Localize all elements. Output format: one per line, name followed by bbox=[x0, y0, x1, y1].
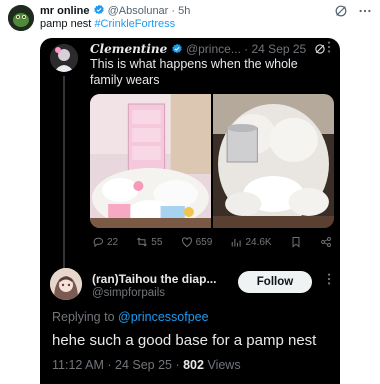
reply-handle[interactable]: @simpforpails bbox=[92, 287, 165, 299]
reply-author-name[interactable]: (ran)Taihou the diap... bbox=[92, 272, 216, 286]
quoted-thread-panel: Clementine @prince... · 24 Sep 25 This i… bbox=[40, 38, 340, 384]
outer-tweet-text: pamp nest #CrinkleFortress bbox=[40, 17, 175, 31]
reply-views-count: 802 bbox=[183, 358, 204, 372]
separator-dot: · bbox=[171, 5, 176, 17]
quoted-date[interactable]: · 24 Sep 25 bbox=[244, 42, 306, 56]
retweet-icon bbox=[137, 237, 148, 247]
like-icon bbox=[181, 237, 192, 248]
outer-avatar[interactable] bbox=[8, 5, 34, 31]
reply-meta: 11:12 AM · 24 Sep 25 · 802 Views bbox=[52, 358, 241, 372]
reply-more-icon[interactable] bbox=[326, 272, 332, 289]
quoted-more-icon[interactable] bbox=[326, 40, 332, 57]
grok-icon[interactable] bbox=[334, 4, 348, 18]
share-icon bbox=[320, 237, 331, 247]
reply-count: 22 bbox=[107, 236, 119, 248]
reply-icon bbox=[93, 237, 103, 248]
like-count: 659 bbox=[195, 236, 213, 248]
bookmark-action[interactable] bbox=[290, 236, 302, 248]
views-action[interactable]: 24.6K bbox=[230, 236, 272, 248]
grok-icon[interactable] bbox=[314, 43, 326, 55]
replying-prefix: Replying to bbox=[52, 310, 115, 324]
retweet-action[interactable]: 55 bbox=[136, 236, 162, 248]
top-icons bbox=[334, 4, 372, 18]
outer-handle[interactable]: @Absolunar bbox=[108, 5, 169, 17]
reply-text: hehe such a good base for a pamp nest bbox=[52, 332, 317, 349]
replying-to: Replying to @princessofpee bbox=[52, 310, 209, 324]
follow-button[interactable]: Follow bbox=[238, 271, 312, 293]
views-count: 24.6K bbox=[245, 236, 272, 248]
quoted-action-bar: 22 55 659 24.6K bbox=[92, 236, 332, 248]
outer-author-name[interactable]: mr online bbox=[40, 5, 90, 17]
quoted-header: Clementine @prince... · 24 Sep 25 bbox=[90, 42, 326, 57]
share-action[interactable] bbox=[320, 236, 332, 248]
quoted-avatar[interactable] bbox=[50, 44, 78, 72]
like-action[interactable]: 659 bbox=[181, 236, 213, 248]
outer-text-body: pamp nest bbox=[40, 18, 92, 30]
reply-action[interactable]: 22 bbox=[92, 236, 118, 248]
thread-line bbox=[63, 76, 65, 286]
quoted-tweet-text: This is what happens when the whole fami… bbox=[90, 57, 298, 87]
verified-icon bbox=[93, 4, 104, 15]
retweet-count: 55 bbox=[151, 236, 163, 248]
media-image-left[interactable] bbox=[90, 94, 211, 228]
hashtag-link[interactable]: #CrinkleFortress bbox=[94, 18, 175, 30]
media-grid bbox=[90, 94, 334, 228]
media-image-right[interactable] bbox=[213, 94, 334, 228]
verified-icon bbox=[171, 43, 182, 54]
views-icon bbox=[232, 239, 242, 247]
outer-time[interactable]: 5h bbox=[178, 5, 190, 17]
quoted-author-name[interactable]: Clementine bbox=[90, 42, 167, 56]
outer-header: mr online @Absolunar · 5h bbox=[40, 4, 190, 18]
reply-avatar[interactable] bbox=[50, 268, 82, 300]
quoted-handle[interactable]: @prince... bbox=[186, 42, 241, 56]
reply-views-label: Views bbox=[207, 358, 241, 372]
more-icon[interactable] bbox=[358, 4, 372, 18]
bookmark-icon bbox=[292, 237, 300, 248]
replying-handle-link[interactable]: @princessofpee bbox=[118, 310, 209, 324]
reply-timestamp[interactable]: 11:12 AM · 24 Sep 25 · bbox=[52, 358, 180, 372]
